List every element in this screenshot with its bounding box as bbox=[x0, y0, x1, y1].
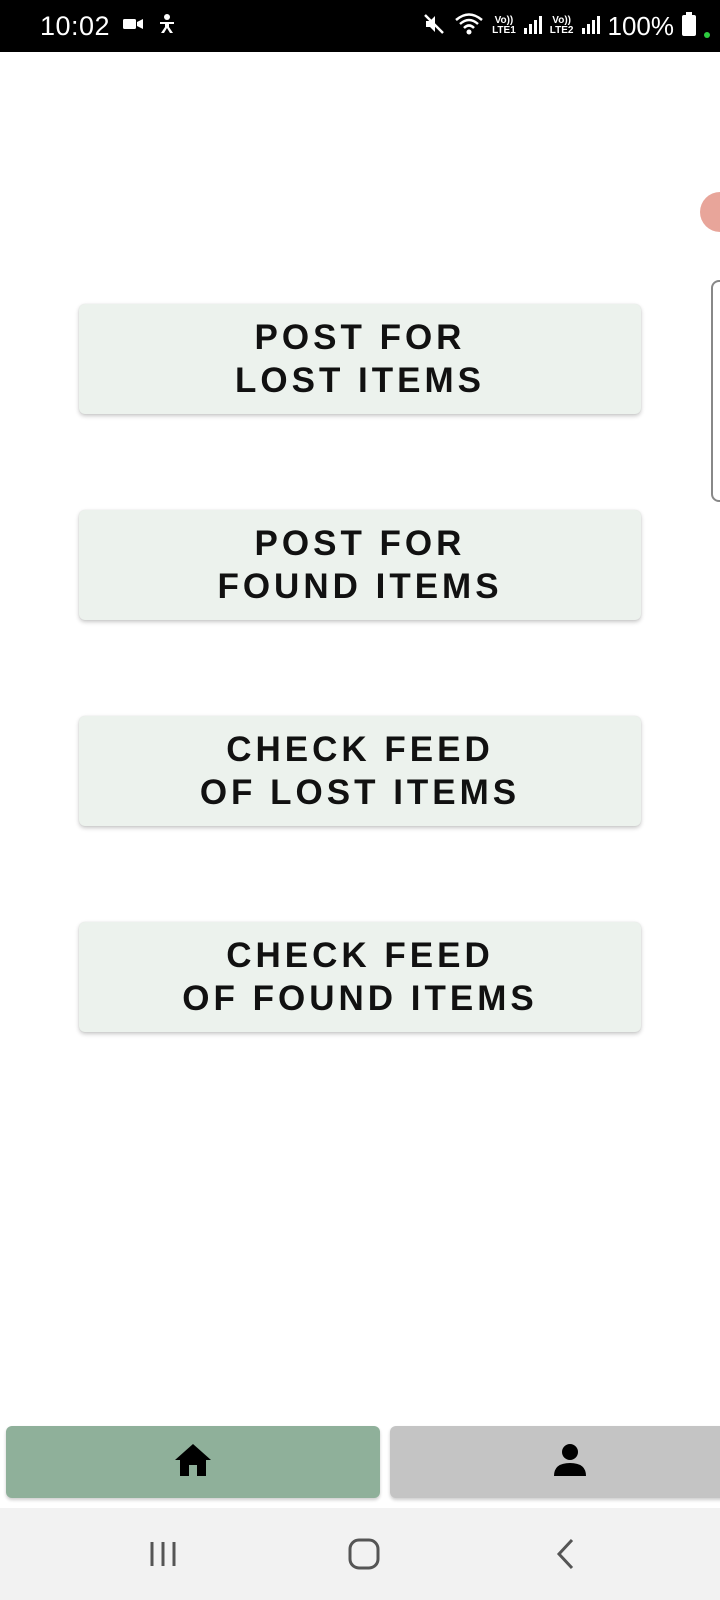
check-lost-feed-label: CHECK FEED OF LOST ITEMS bbox=[199, 730, 521, 812]
signal-icon bbox=[581, 14, 600, 39]
nav-profile-button[interactable] bbox=[390, 1426, 720, 1498]
post-found-items-label: POST FOR FOUND ITEMS bbox=[217, 524, 503, 606]
accessibility-icon bbox=[156, 13, 178, 40]
status-right: Vo)) LTE1 Vo)) LTE2 100% bbox=[422, 0, 710, 52]
check-found-feed-label: CHECK FEED OF FOUND ITEMS bbox=[182, 936, 538, 1018]
post-lost-items-button[interactable]: POST FOR LOST ITEMS bbox=[79, 304, 641, 414]
floating-bubble[interactable] bbox=[700, 192, 720, 232]
home-circle-icon[interactable] bbox=[334, 1528, 394, 1580]
mute-icon bbox=[422, 12, 446, 41]
person-icon bbox=[553, 1443, 587, 1482]
check-lost-feed-button[interactable]: CHECK FEED OF LOST ITEMS bbox=[79, 716, 641, 826]
battery-icon bbox=[682, 11, 696, 41]
sim2-label: Vo)) LTE2 bbox=[549, 15, 574, 36]
sim1-label: Vo)) LTE1 bbox=[492, 15, 516, 36]
status-time: 10:02 bbox=[40, 10, 111, 41]
nav-home-button[interactable] bbox=[6, 1426, 380, 1498]
post-lost-items-label: POST FOR LOST ITEMS bbox=[235, 318, 485, 400]
recent-apps-icon[interactable] bbox=[133, 1528, 193, 1580]
system-nav-bar bbox=[0, 1508, 720, 1600]
video-camera-icon bbox=[122, 16, 144, 37]
privacy-indicator-dot bbox=[704, 32, 710, 38]
status-left: 10:02 bbox=[40, 0, 178, 52]
status-bar: 10:02 Vo)) LTE1 Vo)) LTE2 100% bbox=[0, 0, 720, 52]
check-found-feed-button[interactable]: CHECK FEED OF FOUND ITEMS bbox=[79, 922, 641, 1032]
battery-percent: 100% bbox=[607, 10, 675, 41]
back-icon[interactable] bbox=[536, 1528, 596, 1580]
home-icon bbox=[174, 1443, 212, 1482]
wifi-icon bbox=[454, 12, 484, 41]
edge-panel-handle[interactable] bbox=[711, 280, 720, 502]
signal-icon bbox=[523, 14, 542, 39]
post-found-items-button[interactable]: POST FOR FOUND ITEMS bbox=[79, 510, 641, 620]
